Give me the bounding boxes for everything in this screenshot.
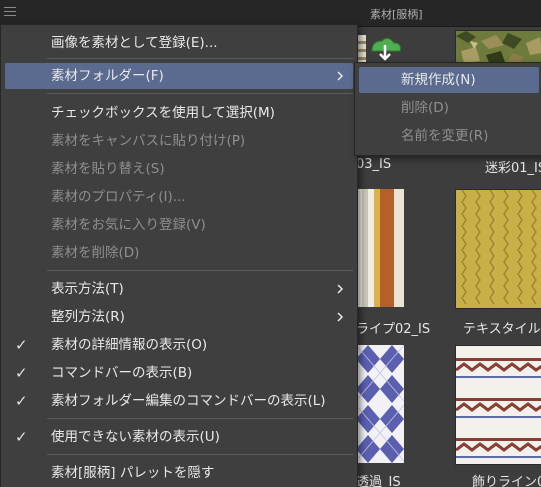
camouflage-pattern [456,31,541,65]
chevron-right-icon [337,71,344,81]
menu-item-material-properties[interactable]: 素材のプロパティ(I)... [5,184,353,210]
menu-item-paste-to-canvas[interactable]: 素材をキャンバスに貼り付け(P) [5,128,353,154]
menu-item-show-unusable[interactable]: ✓ 使用できない素材の表示(U) [5,424,353,450]
menu-separator [47,93,353,94]
submenu-item-delete[interactable]: 削除(D) [359,95,539,121]
menu-item-label: 素材フォルダー(F) [51,68,164,84]
checkmark-icon: ✓ [15,392,28,410]
menu-item-sort-method[interactable]: 整列方法(R) [5,304,353,330]
submenu-item-label: 新規作成(N) [401,72,476,88]
menu-item-label: コマンドバーの表示(B) [51,365,193,381]
folder-submenu: 新規作成(N) 削除(D) 名前を変更(R) [354,62,541,156]
menu-item-label: 素材の詳細情報の表示(O) [51,337,208,353]
textile-pattern [456,190,541,308]
material-thumb-cloud[interactable] [354,31,404,65]
menu-item-checkbox-select[interactable]: チェックボックスを使用して選択(M) [5,100,353,126]
menu-item-delete-material[interactable]: 素材を削除(D) [5,240,353,266]
menu-item-show-command-bar[interactable]: ✓ コマンドバーの表示(B) [5,360,353,386]
menu-item-register-image[interactable]: 画像を素材として登録(E)... [5,30,353,56]
menu-item-display-method[interactable]: 表示方法(T) [5,276,353,302]
menu-item-label: 素材[服柄] パレットを隠す [51,465,215,481]
palette-titlebar: 素材[服柄] [0,0,541,27]
menu-item-material-folder[interactable]: 素材フォルダー(F) [5,63,353,89]
menu-separator [47,454,353,455]
menu-item-label: 素材のプロパティ(I)... [51,189,186,205]
material-label: 飾りライン04 [472,475,541,487]
checkmark-icon: ✓ [15,336,28,354]
material-thumb-argyle[interactable] [356,345,404,463]
menu-item-label: 表示方法(T) [51,281,124,297]
menu-item-replace-material[interactable]: 素材を貼り替え(S) [5,156,353,182]
hamburger-icon[interactable] [4,7,16,19]
menu-item-label: チェックボックスを使用して選択(M) [51,105,275,121]
palette-title: 素材[服柄] [370,8,423,21]
zigzag-pattern [456,346,541,464]
checkmark-icon: ✓ [15,364,28,382]
material-thumb-textile[interactable] [455,189,541,309]
material-label: 03_IS [356,157,392,172]
material-label: テキスタイル0 [463,322,541,337]
material-thumb-stripe[interactable] [356,189,404,307]
menu-item-label: 素材をお気に入り登録(V) [51,217,206,233]
menu-item-label: 素材を削除(D) [51,245,140,261]
menu-separator [47,270,353,271]
submenu-item-new[interactable]: 新規作成(N) [359,67,539,93]
menu-item-label: 素材フォルダー編集のコマンドバーの表示(L) [51,393,326,409]
menu-item-label: 整列方法(R) [51,309,125,325]
chevron-right-icon [337,284,344,294]
submenu-item-rename[interactable]: 名前を変更(R) [359,123,539,149]
menu-item-label: 画像を素材として登録(E)... [51,35,218,51]
chevron-right-icon [337,312,344,322]
argyle-pattern [356,345,404,463]
material-thumb-camouflage[interactable] [455,30,541,66]
cloud-download-icon [354,35,401,63]
menu-separator [47,58,353,59]
menu-item-label: 使用できない素材の表示(U) [51,429,220,445]
menu-item-hide-palette[interactable]: 素材[服柄] パレットを隠す [5,460,353,486]
context-menu: 画像を素材として登録(E)... 素材フォルダー(F) チェックボックスを使用し… [0,24,358,487]
menu-item-add-favorite[interactable]: 素材をお気に入り登録(V) [5,212,353,238]
checkmark-icon: ✓ [15,428,28,446]
menu-item-show-folder-edit-bar[interactable]: ✓ 素材フォルダー編集のコマンドバーの表示(L) [5,388,353,414]
material-label: ライプ02_IS [356,322,431,337]
menu-item-label: 素材をキャンバスに貼り付け(P) [51,133,246,149]
material-thumb-zigzag[interactable] [455,345,541,465]
menu-item-show-details[interactable]: ✓ 素材の詳細情報の表示(O) [5,332,353,358]
material-label: 迷彩01_IS [485,161,541,176]
menu-separator [47,418,353,419]
submenu-item-label: 削除(D) [401,100,449,116]
submenu-item-label: 名前を変更(R) [401,128,489,144]
menu-item-label: 素材を貼り替え(S) [51,161,165,177]
stripe-pattern [356,189,404,307]
material-palette: 素材[服柄] 03_IS 迷彩01_IS ライプ02_IS テキスタイル0 透過… [0,0,541,487]
material-label: 透過_IS [356,475,401,487]
